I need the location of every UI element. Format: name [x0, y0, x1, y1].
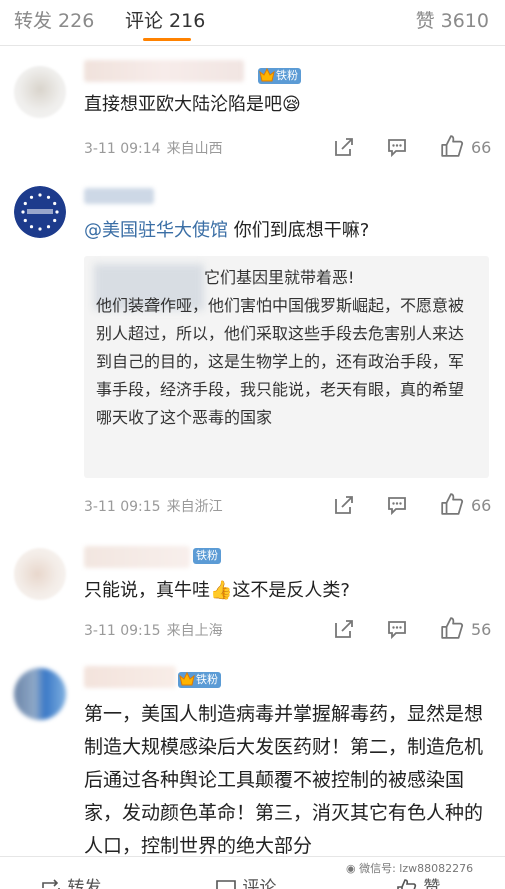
comment-time: 3-11 09:14	[84, 141, 161, 157]
share-icon[interactable]	[333, 136, 355, 158]
tab-comment[interactable]: 评论 216	[125, 6, 205, 33]
comment-text: 第一，美国人制造病毒并掌握解毒药，显然是想制造大规模感染后大发医药财！第二，制造…	[84, 703, 484, 857]
avatar[interactable]	[14, 186, 66, 238]
bottom-comment-label: 评论	[242, 878, 277, 889]
avatar[interactable]	[14, 668, 66, 720]
like-count: 66	[471, 496, 492, 515]
comment-text: @美国驻华大使馆 你们到底想干嘛?	[84, 216, 489, 246]
crown-icon	[179, 671, 195, 686]
comment-time: 3-11 09:15	[84, 623, 161, 639]
username[interactable]	[84, 546, 190, 568]
reply-icon[interactable]	[386, 494, 408, 516]
crown-icon	[259, 67, 275, 82]
active-tab-indicator	[143, 38, 191, 41]
wechat-icon: ◉	[346, 862, 356, 875]
fan-badge: 铁粉	[258, 67, 301, 84]
like-count: 56	[471, 620, 492, 639]
badge-label: 铁粉	[276, 69, 298, 82]
username[interactable]	[84, 60, 244, 82]
reply-icon[interactable]	[386, 136, 408, 158]
badge-label: 铁粉	[196, 549, 218, 562]
avatar[interactable]	[14, 548, 66, 600]
mention-link[interactable]: @美国驻华大使馆	[84, 220, 228, 241]
bottom-repost-button[interactable]: 转发	[40, 873, 101, 889]
tab-like[interactable]: 赞 3610	[416, 6, 489, 33]
bottom-like-label: 赞	[423, 878, 441, 889]
tab-repost[interactable]: 转发 226	[14, 6, 94, 33]
comment-meta: 3-11 09:15 来自浙江	[84, 496, 223, 516]
bottom-comment-button[interactable]: 评论	[215, 873, 276, 889]
comment-text: 只能说，真牛哇👍这不是反人类?	[84, 580, 350, 601]
comment-icon	[216, 880, 236, 889]
like-icon[interactable]	[440, 492, 464, 516]
wechat-watermark: ◉ 微信号: lzw88082276	[346, 860, 473, 876]
quoted-text-first: 它们基因里就带着恶!	[204, 268, 355, 287]
avatar[interactable]	[14, 66, 66, 118]
share-icon[interactable]	[333, 618, 355, 640]
comment-item: @美国驻华大使馆 你们到底想干嘛? 它们基因里就带着恶! 他们装聋作哑，他们害怕…	[0, 176, 505, 532]
comment-item: 铁粉 第一，美国人制造病毒并掌握解毒药，显然是想制造大规模感染后大发医药财！第二…	[0, 656, 505, 857]
comment-source: 来自上海	[166, 623, 223, 639]
comment-tabs: 转发 226 评论 216 赞 3610	[0, 0, 505, 46]
comment-meta: 3-11 09:14 来自山西	[84, 138, 223, 158]
share-icon[interactable]	[333, 494, 355, 516]
fan-badge: 铁粉	[178, 671, 221, 688]
comment-text: 直接想亚欧大陆沦陷是吧😪	[84, 94, 301, 115]
comment-source: 来自浙江	[166, 499, 223, 515]
quoted-text-rest: 他们装聋作哑，他们害怕中国俄罗斯崛起，不愿意被别人超过，所以，他们采取这些手段去…	[96, 296, 465, 427]
fan-badge: 铁粉	[193, 548, 221, 564]
username[interactable]	[84, 666, 176, 688]
thumbs-up-icon	[397, 879, 417, 889]
bottom-repost-label: 转发	[67, 878, 102, 889]
username[interactable]	[84, 188, 154, 204]
comment-item: 铁粉 直接想亚欧大陆沦陷是吧😪 3-11 09:14 来自山西 66	[0, 46, 505, 176]
comment-item: 铁粉 只能说，真牛哇👍这不是反人类? 3-11 09:15 来自上海 56	[0, 532, 505, 656]
comment-source: 来自山西	[166, 141, 223, 157]
reply-icon[interactable]	[386, 618, 408, 640]
like-icon[interactable]	[440, 616, 464, 640]
comment-time: 3-11 09:15	[84, 499, 161, 515]
comment-body: 你们到底想干嘛?	[228, 220, 370, 241]
watermark-text: 微信号: lzw88082276	[359, 862, 474, 875]
badge-label: 铁粉	[196, 673, 218, 686]
quoted-text: 它们基因里就带着恶! 他们装聋作哑，他们害怕中国俄罗斯崛起，不愿意被别人超过，所…	[96, 264, 479, 432]
comment-meta: 3-11 09:15 来自上海	[84, 620, 223, 640]
like-count: 66	[471, 138, 492, 157]
like-icon[interactable]	[440, 134, 464, 158]
repost-icon	[42, 879, 60, 889]
quoted-comment[interactable]: 它们基因里就带着恶! 他们装聋作哑，他们害怕中国俄罗斯崛起，不愿意被别人超过，所…	[84, 256, 489, 478]
